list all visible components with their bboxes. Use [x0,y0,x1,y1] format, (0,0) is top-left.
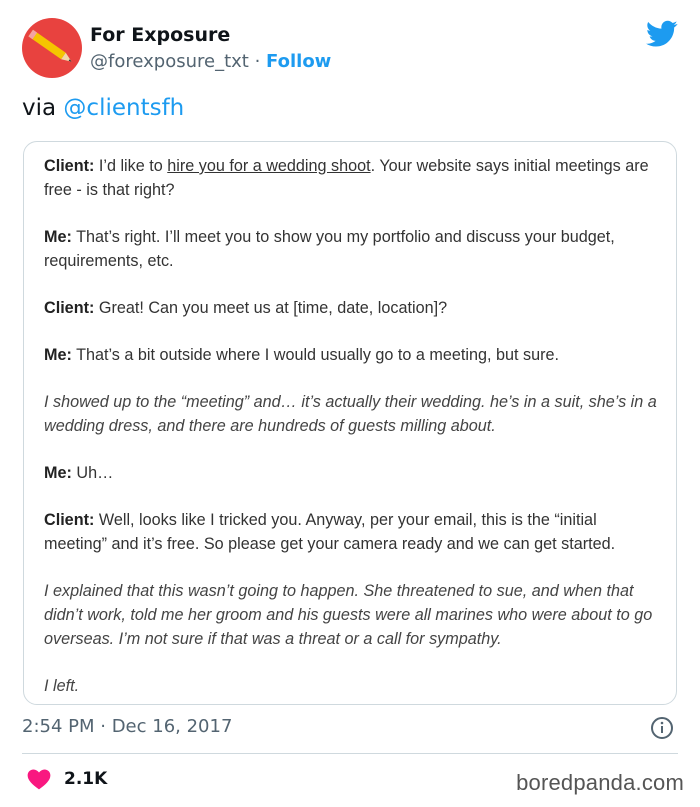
conversation-line: Client: I’d like to hire you for a weddi… [44,154,664,202]
speaker-label: Me: [44,346,72,364]
watermark: boredpanda.com [516,770,684,795]
narration-line: I left. [44,677,80,695]
heart-icon [27,769,51,790]
line-text: Well, looks like I tricked you. Anyway, … [44,511,616,553]
speaker-label: Me: [44,228,72,246]
line-text: Great! Can you meet us at [time, date, l… [94,299,448,317]
tweet-timestamp[interactable]: 2:54 PM · Dec 16, 2017 [22,716,232,737]
avatar[interactable] [22,18,82,78]
separator: · [254,51,261,72]
speaker-label: Me: [44,464,72,482]
tweet-media-card[interactable]: Client: I’d like to hire you for a weddi… [23,141,677,705]
line-text: I’d like to [94,157,168,175]
pencil-logo-icon [28,29,72,62]
like-count: 2.1K [64,769,108,789]
conversation-line: Client: Well, looks like I tricked you. … [44,508,664,556]
author-name[interactable]: For Exposure [90,24,230,46]
speaker-label: Client: [44,299,95,317]
conversation-line: Me: Uh… [44,461,664,485]
underlined-text: hire you for a wedding shoot [167,157,371,175]
narration-line: I explained that this wasn’t going to ha… [44,582,653,648]
tweet-header: For Exposure @forexposure_txt · Follow [22,18,682,82]
divider [22,753,678,754]
follow-button[interactable]: Follow [266,51,331,72]
twitter-bird-icon[interactable] [646,20,678,48]
conversation-line: Me: That’s right. I’ll meet you to show … [44,225,664,273]
screenshot-text: Client: I’d like to hire you for a weddi… [44,154,664,704]
line-text: Uh… [71,464,114,482]
via-mention-link[interactable]: @clientsfh [63,95,184,121]
line-text: That’s a bit outside where I would usual… [71,346,560,364]
author-handle[interactable]: @forexposure_txt [90,51,249,72]
speaker-label: Client: [44,157,95,175]
info-icon[interactable] [650,716,674,740]
conversation-line: Me: That’s a bit outside where I would u… [44,343,664,367]
via-prefix: via [22,95,57,121]
conversation-line: Client: Great! Can you meet us at [time,… [44,296,664,320]
narration-line: I showed up to the “meeting” and… it’s a… [44,393,657,435]
line-text: That’s right. I’ll meet you to show you … [44,228,615,270]
author-handle-row: @forexposure_txt · Follow [90,51,331,72]
speaker-label: Client: [44,511,95,529]
tweet-text: via @clientsfh [22,95,184,121]
